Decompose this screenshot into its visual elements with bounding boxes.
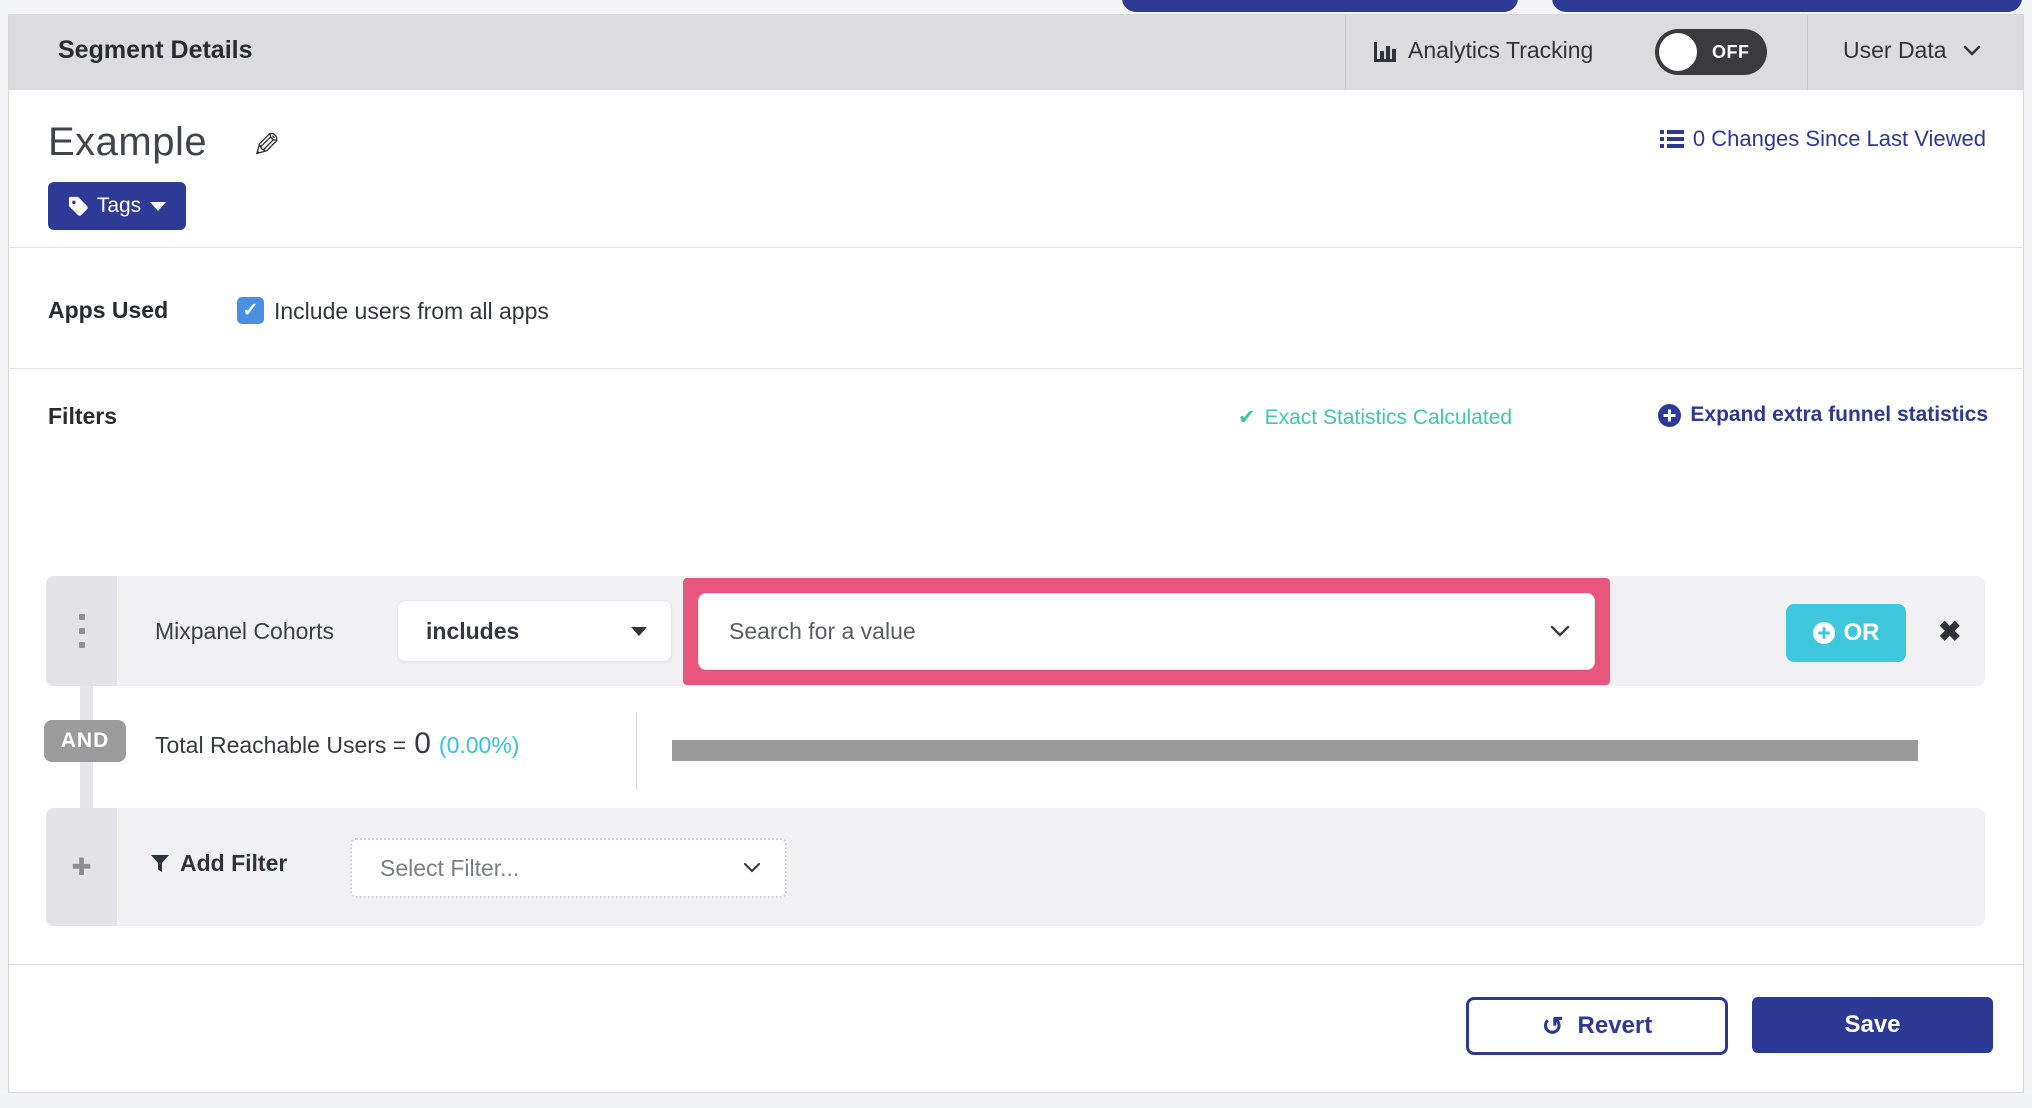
toggle-state-label: OFF [1712, 42, 1750, 62]
filter-operator-select[interactable]: includes [397, 600, 672, 662]
analytics-tracking-label: Analytics Tracking [1408, 37, 1594, 63]
user-data-label: User Data [1843, 37, 1947, 63]
save-button[interactable]: Save [1752, 997, 1993, 1053]
bar-chart-icon [1372, 38, 1398, 64]
content-card [8, 14, 2024, 1093]
edit-pencil-icon[interactable]: ✎ [252, 126, 281, 166]
toggle-knob [1659, 33, 1697, 71]
reachable-value: 0 [414, 727, 431, 760]
analytics-tracking-toggle[interactable]: OFF [1655, 29, 1767, 75]
reachable-label: Total Reachable Users = [155, 732, 407, 758]
add-filter-label: Add Filter [180, 850, 288, 876]
tags-button[interactable]: Tags [48, 182, 186, 230]
filter-value-select[interactable]: Search for a value [698, 593, 1595, 670]
revert-button-label: Revert [1577, 1012, 1653, 1039]
exact-statistics-status: ✔ Exact Statistics Calculated [1238, 405, 1512, 430]
revert-button[interactable]: ↺ Revert [1466, 997, 1728, 1055]
top-nav-button-left[interactable] [1122, 0, 1518, 12]
chevron-down-icon [1550, 625, 1570, 638]
or-button-label: OR [1843, 619, 1880, 646]
reachable-progress-bar [672, 740, 1918, 761]
checkbox-check-icon: ✓ [242, 300, 259, 321]
select-filter-placeholder: Select Filter... [380, 854, 520, 881]
exact-statistics-label: Exact Statistics Calculated [1264, 405, 1513, 429]
circle-plus-icon [1658, 403, 1682, 427]
drag-dots-icon [78, 614, 85, 648]
chevron-down-icon [1963, 45, 1981, 57]
reachable-percent: (0.00%) [438, 732, 520, 758]
section-divider [9, 247, 2023, 248]
bottom-strip [0, 1093, 2032, 1108]
total-reachable-users: Total Reachable Users = 0 (0.00%) [155, 727, 519, 761]
filters-heading: Filters [48, 403, 118, 429]
value-select-highlight: Search for a value [683, 578, 1610, 685]
segment-details-page: Segment Details Analytics Tracking OFF U… [0, 0, 2032, 1108]
circle-plus-icon [1812, 622, 1835, 644]
revert-icon: ↺ [1541, 1010, 1564, 1041]
add-filter-handle[interactable]: ✚ [46, 808, 117, 926]
funnel-icon [150, 854, 170, 874]
add-filter-label-group: Add Filter [150, 850, 287, 877]
section-divider [9, 368, 2023, 369]
page-title: Segment Details [58, 36, 253, 64]
filter-field-label: Mixpanel Cohorts [155, 618, 334, 644]
vertical-divider [636, 712, 637, 790]
tags-button-label: Tags [96, 194, 142, 217]
operator-value: includes [426, 617, 520, 644]
add-filter-row [46, 808, 1985, 926]
apps-used-label: Apps Used [48, 297, 169, 323]
include-all-apps-label[interactable]: Include users from all apps [274, 298, 549, 325]
check-icon: ✔ [1238, 406, 1256, 429]
plus-icon: ✚ [71, 853, 92, 881]
remove-filter-icon[interactable]: ✖ [1938, 615, 1961, 648]
header-divider [1345, 15, 1346, 90]
header-divider [1807, 15, 1808, 90]
segment-name: Example [48, 120, 208, 164]
footer-divider [9, 964, 2023, 965]
chevron-down-icon [743, 862, 761, 874]
select-filter-dropdown[interactable]: Select Filter... [350, 838, 787, 898]
top-nav-button-right[interactable] [1552, 0, 2022, 12]
changes-since-last-viewed-link[interactable]: 0 Changes Since Last Viewed [1659, 126, 1986, 152]
expand-funnel-label: Expand extra funnel statistics [1690, 403, 1988, 426]
changes-link-label: 0 Changes Since Last Viewed [1692, 126, 1986, 151]
save-button-label: Save [1844, 1011, 1901, 1038]
tag-icon [68, 196, 88, 216]
caret-down-icon [150, 201, 167, 211]
filter-drag-handle[interactable] [46, 576, 117, 686]
expand-funnel-statistics-link[interactable]: Expand extra funnel statistics [1658, 403, 1988, 427]
value-placeholder: Search for a value [729, 618, 916, 644]
user-data-dropdown[interactable]: User Data [1843, 37, 1981, 64]
changelog-list-icon [1659, 129, 1684, 149]
analytics-tracking-control: Analytics Tracking [1372, 37, 1593, 64]
add-or-condition-button[interactable]: OR [1786, 604, 1906, 662]
include-all-apps-checkbox[interactable]: ✓ [237, 297, 264, 324]
caret-down-icon [631, 626, 647, 636]
and-conjunction-badge: AND [44, 720, 126, 762]
